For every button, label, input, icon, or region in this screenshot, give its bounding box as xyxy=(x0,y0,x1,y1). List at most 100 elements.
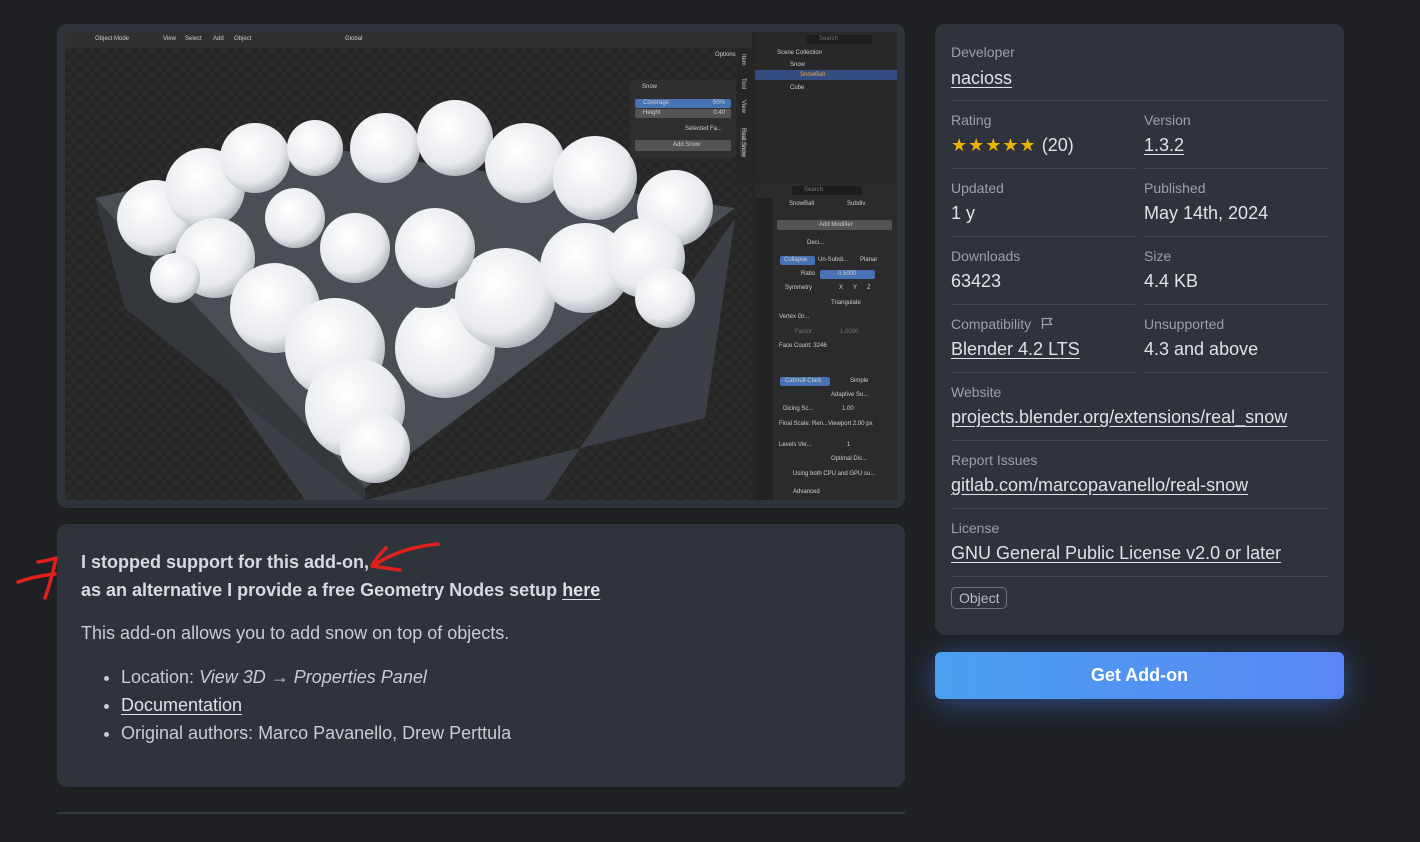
height-value: 0.40 xyxy=(713,110,725,116)
snowball-label: SnowBall xyxy=(800,72,826,78)
tab-view[interactable]: View xyxy=(740,100,746,113)
size-label: Size xyxy=(1144,248,1172,264)
info-text: Using both CPU and GPU su... xyxy=(793,471,876,477)
flag-icon[interactable] xyxy=(1041,317,1053,330)
outliner-search-placeholder: Search xyxy=(819,36,839,42)
divider xyxy=(1144,372,1328,373)
compatibility-label: Compatibility xyxy=(951,316,1053,332)
symmetry-label: Symmetry xyxy=(785,285,812,291)
coverage-label: Coverage xyxy=(643,100,670,106)
properties-search[interactable]: Search xyxy=(792,186,862,195)
advanced-section[interactable]: Advanced xyxy=(793,489,820,495)
divider xyxy=(1144,304,1328,305)
license-link[interactable]: GNU General Public License v2.0 or later xyxy=(951,543,1281,564)
add-modifier-label: Add Modifier xyxy=(819,222,853,228)
preview-image-card: Object Mode View Select Add Object Globa… xyxy=(57,24,905,508)
here-link[interactable]: here xyxy=(562,580,600,600)
developer-link[interactable]: nacioss xyxy=(951,68,1012,89)
tab-collapse[interactable]: Collapse xyxy=(784,257,807,263)
downloads-value: 63423 xyxy=(951,271,1002,291)
final-scale: Final Scale: Ren...Viewport 2.00 px xyxy=(779,421,873,427)
updated-value: 1 y xyxy=(951,203,976,223)
height-field[interactable]: Height 0.40 xyxy=(635,109,731,118)
axis-x[interactable]: X xyxy=(839,285,843,291)
breadcrumb-object: SnowBall xyxy=(789,201,815,207)
snow-panel-title: Snow xyxy=(642,84,658,90)
viewport-header: Object Mode View Select Add Object Globa… xyxy=(65,32,752,48)
tab-item[interactable]: Item xyxy=(740,54,746,66)
version-link[interactable]: 1.3.2 xyxy=(1144,135,1184,156)
license-label: License xyxy=(951,520,1000,536)
issues-label: Report Issues xyxy=(951,452,1038,468)
compatibility-link[interactable]: Blender 4.2 LTS xyxy=(951,339,1080,360)
rating-value: ★★★★★ (20) xyxy=(951,135,1074,156)
vertex-group-label: Vertex Gr... xyxy=(779,314,810,320)
tab-planar[interactable]: Planar xyxy=(860,257,877,263)
factor-label: Factor xyxy=(795,329,813,335)
snow-panel: Snow Coverage 50% Height 0.40 Selected F… xyxy=(630,80,736,158)
unsupported-value: 4.3 and above xyxy=(1144,339,1259,359)
unsupported-label: Unsupported xyxy=(1144,316,1225,332)
properties-tabs xyxy=(755,198,773,500)
breadcrumb-modifier: Subdiv xyxy=(847,201,866,207)
divider xyxy=(951,576,1328,577)
get-addon-button[interactable]: Get Add-on xyxy=(935,652,1344,699)
blender-screenshot[interactable]: Object Mode View Select Add Object Globa… xyxy=(65,32,897,500)
triangulate-checkbox[interactable]: Triangulate xyxy=(831,300,861,306)
published-value: May 14th, 2024 xyxy=(1144,203,1269,223)
compatibility-label-text: Compatibility xyxy=(951,316,1032,332)
menu-object: Object xyxy=(234,36,252,42)
outliner-item-snowball[interactable]: SnowBall xyxy=(755,70,897,80)
issues-link[interactable]: gitlab.com/marcopavanello/real-snow xyxy=(951,475,1248,496)
website-label: Website xyxy=(951,384,1002,400)
list-item-authors: Original authors: Marco Pavanello, Drew … xyxy=(121,723,511,751)
add-snow-label: Add Snow xyxy=(673,142,701,148)
tab-simple[interactable]: Simple xyxy=(850,378,868,384)
levels-value[interactable]: 1 xyxy=(847,442,850,448)
divider xyxy=(1144,168,1328,169)
outliner: Search Scene Collection Snow SnowBall Cu… xyxy=(755,32,897,182)
factor-value: 1.0000 xyxy=(840,329,859,335)
tab-tool[interactable]: Tool xyxy=(740,78,746,89)
divider xyxy=(951,508,1328,509)
axis-y[interactable]: Y xyxy=(853,285,857,291)
add-snow-button[interactable]: Add Snow xyxy=(635,140,731,151)
size-value: 4.4 KB xyxy=(1144,271,1199,291)
divider xyxy=(951,440,1328,441)
face-count: Face Count: 3246 xyxy=(779,343,827,349)
tag-object[interactable]: Object xyxy=(951,587,1008,609)
optimal-checkbox[interactable]: Optimal Dis... xyxy=(831,456,867,462)
divider xyxy=(951,304,1135,305)
add-modifier-button[interactable]: Add Modifier xyxy=(777,220,892,230)
version-label: Version xyxy=(1144,112,1191,128)
axis-z[interactable]: Z xyxy=(867,285,871,291)
tab-unsubdiv[interactable]: Un-Subdi... xyxy=(818,257,848,263)
divider xyxy=(951,372,1135,373)
outliner-item-cube[interactable]: Cube xyxy=(790,85,804,91)
selected-faces-checkbox[interactable]: Selected Fa... xyxy=(685,126,722,132)
website-link[interactable]: projects.blender.org/extensions/real_sno… xyxy=(951,407,1287,428)
location-label: Location: xyxy=(121,667,200,687)
outliner-item-snow[interactable]: Snow xyxy=(790,62,805,68)
dicing-label: Dicing Sc... xyxy=(783,406,814,412)
adaptive-checkbox[interactable]: Adaptive Su... xyxy=(831,392,868,398)
divider xyxy=(1144,236,1328,237)
tab-real-snow[interactable]: Real Snow xyxy=(740,128,746,158)
menu-add: Add xyxy=(213,36,224,42)
documentation-link[interactable]: Documentation xyxy=(121,695,242,715)
menu-view: View xyxy=(163,36,176,42)
left-arrow-icon xyxy=(16,556,58,600)
outliner-search[interactable]: Search xyxy=(807,35,872,44)
scene-collection[interactable]: Scene Collection xyxy=(777,50,822,56)
ratio-label: Ratio xyxy=(801,271,816,277)
divider xyxy=(951,100,1328,101)
menu-select: Select xyxy=(185,36,202,42)
coverage-field[interactable]: Coverage 50% xyxy=(635,99,731,108)
list-item-documentation: Documentation xyxy=(121,695,511,723)
updated-label: Updated xyxy=(951,180,1004,196)
decimate-name[interactable]: Deci... xyxy=(807,240,824,246)
dicing-value[interactable]: 1.00 xyxy=(842,406,854,412)
height-label: Height xyxy=(643,110,661,116)
ratio-value[interactable]: 0.5000 xyxy=(838,271,856,277)
tab-catmull-clark[interactable]: Catmull-Clark xyxy=(785,378,821,384)
